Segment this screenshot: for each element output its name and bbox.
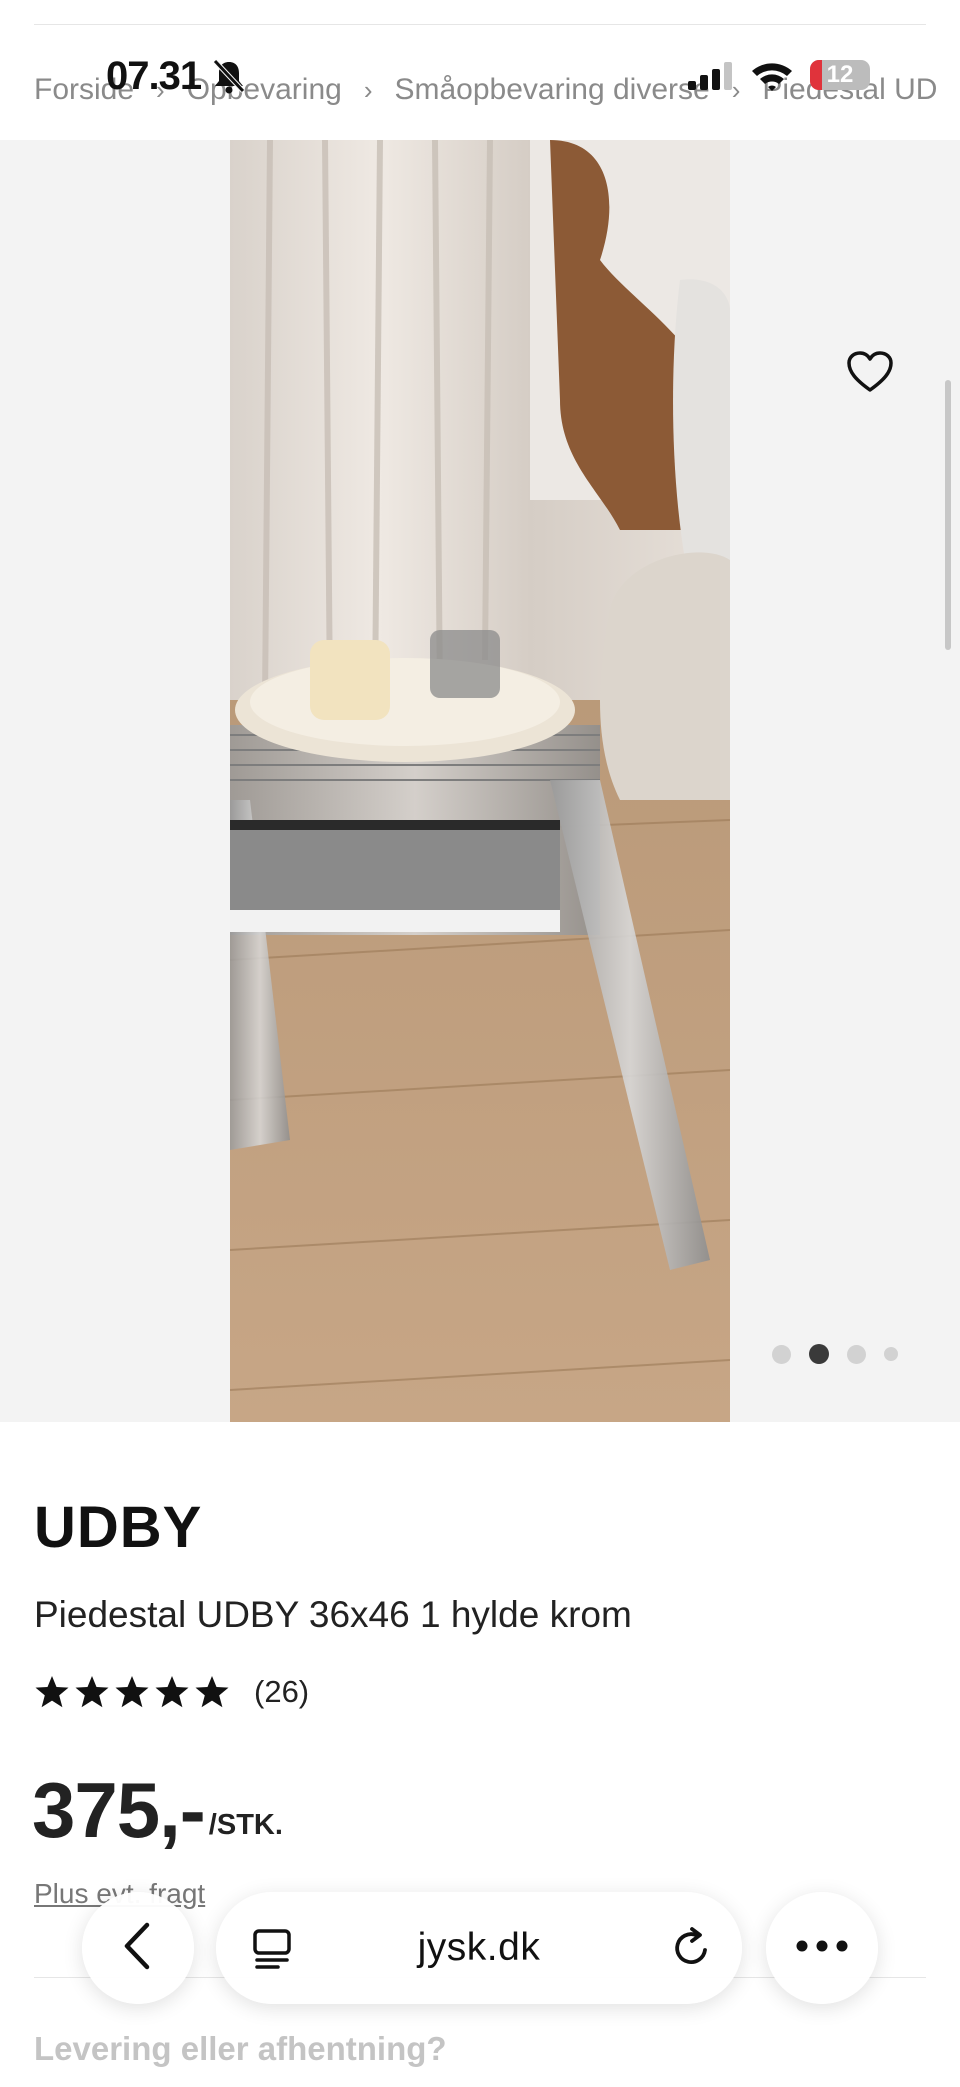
scrollbar[interactable] (945, 380, 951, 650)
status-time: 07.31 (106, 54, 202, 98)
pagination-dot-active[interactable] (809, 1344, 829, 1364)
star-icon (155, 1676, 189, 1708)
product-brand: UDBY (34, 1495, 203, 1560)
star-icon (75, 1676, 109, 1708)
rating-stars (34, 1675, 230, 1709)
more-button[interactable] (766, 1892, 878, 2004)
review-count: (26) (254, 1674, 310, 1709)
product-gallery[interactable] (0, 140, 960, 1422)
product-name: Piedestal UDBY 36x46 1 hylde krom (34, 1594, 632, 1635)
address-bar[interactable]: jysk.dk (216, 1892, 742, 2004)
price-unit: /STK. (208, 1809, 283, 1841)
battery-icon: 12 (810, 60, 870, 90)
heart-icon[interactable] (846, 350, 894, 394)
pagination-dot[interactable] (772, 1344, 791, 1364)
star-icon (115, 1676, 149, 1708)
signal-icon (688, 62, 734, 95)
url-text[interactable]: jysk.dk (216, 1926, 742, 1970)
product-price: 375,- /STK. (32, 1770, 283, 1850)
delivery-heading: Levering eller afhentning? (34, 2030, 447, 2067)
price-value: 375,- (32, 1766, 206, 1854)
product-rating[interactable]: (26) (34, 1674, 309, 1710)
bell-slash-icon (212, 58, 246, 99)
star-icon (35, 1676, 69, 1708)
top-divider (34, 24, 926, 25)
pagination-dot[interactable] (884, 1347, 898, 1361)
wifi-icon (750, 60, 794, 97)
gallery-pagination (772, 1344, 898, 1364)
pagination-dot[interactable] (847, 1344, 866, 1364)
back-button[interactable] (82, 1892, 194, 2004)
more-icon (796, 1939, 848, 1957)
star-icon (195, 1676, 229, 1708)
product-image[interactable] (230, 140, 730, 1422)
status-bar: 07.31 12 (0, 52, 960, 108)
battery-level-label: 12 (826, 61, 854, 88)
back-icon (120, 1921, 156, 1976)
reload-icon[interactable] (672, 1926, 712, 1973)
